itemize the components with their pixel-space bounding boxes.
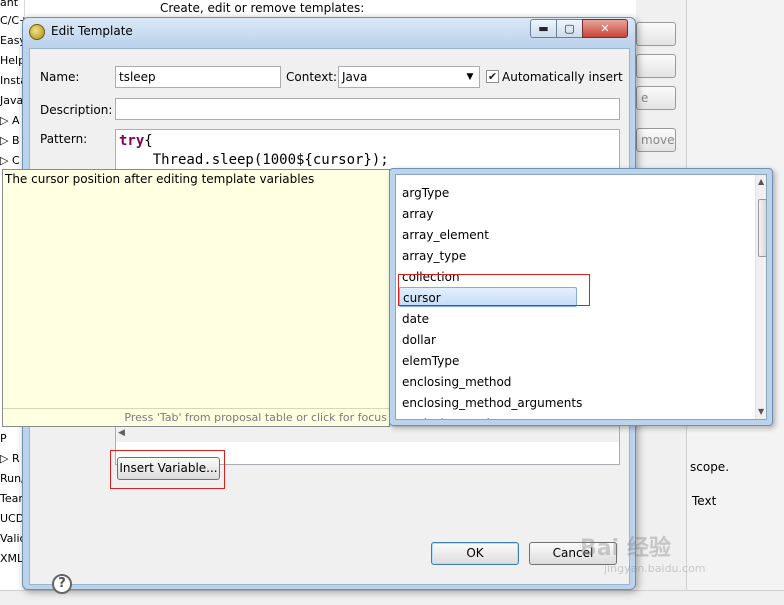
background-button[interactable]	[636, 54, 676, 78]
dialog-title: Edit Template	[51, 24, 133, 38]
name-input[interactable]: tsleep	[115, 66, 281, 88]
auto-insert-checkbox[interactable]: ✔	[486, 70, 499, 83]
annotation-box-cursor	[398, 274, 590, 306]
proposal-item[interactable]: argType	[402, 183, 449, 203]
variable-description: The cursor position after editing templa…	[5, 172, 315, 186]
eclipse-icon	[29, 24, 45, 40]
variable-info-popup: The cursor position after editing templa…	[2, 169, 390, 427]
background-button[interactable]: moved	[636, 128, 676, 152]
maximize-button[interactable]: ▢	[556, 19, 583, 38]
templates-header: Create, edit or remove templates:	[160, 1, 365, 15]
baidu-watermark: Bai 经验	[580, 536, 671, 561]
proposal-item[interactable]: array	[402, 204, 433, 224]
chevron-down-icon: ▼	[466, 72, 474, 82]
scroll-left-icon[interactable]: ◀	[118, 428, 125, 438]
text-column-label: Text	[692, 494, 717, 508]
description-input[interactable]	[115, 98, 620, 120]
description-label: Description:	[40, 103, 113, 117]
background-status-bar	[0, 590, 784, 605]
help-icon[interactable]: ?	[52, 574, 72, 594]
background-button[interactable]: e	[636, 86, 676, 110]
auto-insert-label: Automatically insert	[502, 70, 623, 84]
scope-text: scope.	[690, 460, 730, 474]
proposal-item[interactable]: enclosing_package	[402, 414, 516, 419]
focus-hint: Press 'Tab' from proposal table or click…	[3, 408, 389, 426]
scroll-down-icon[interactable]: ▼	[758, 407, 764, 416]
scroll-up-icon[interactable]: ▲	[758, 177, 764, 186]
close-button[interactable]: ✕	[582, 19, 628, 38]
proposal-item[interactable]: enclosing_method	[402, 372, 511, 392]
baidu-watermark-url: jingyan.baidu.com	[604, 562, 706, 575]
proposal-item[interactable]: dollar	[402, 330, 436, 350]
scrollbar-thumb[interactable]	[758, 199, 766, 257]
context-label: Context:	[286, 70, 338, 84]
tree-item[interactable]: ant	[0, 0, 25, 12]
context-value: Java	[342, 70, 368, 84]
proposal-item[interactable]: enclosing_method_arguments	[402, 393, 582, 413]
dialog-titlebar[interactable]: Edit Template ▬ ▢ ✕	[23, 18, 635, 46]
proposal-item[interactable]: date	[402, 309, 429, 329]
variable-proposal-popup: argType array array_element array_type c…	[389, 168, 773, 426]
annotation-box-insert-variable	[110, 450, 225, 489]
proposal-item[interactable]: array_element	[402, 225, 489, 245]
open-brace: {	[144, 133, 153, 149]
minimize-button[interactable]: ▬	[530, 19, 557, 38]
try-keyword: try	[119, 133, 145, 149]
pattern-hscrollbar[interactable]: ◀	[116, 426, 619, 442]
pattern-line-1: try{	[119, 133, 153, 149]
context-select[interactable]: Java ▼	[338, 66, 480, 88]
proposal-item[interactable]: elemType	[402, 351, 459, 371]
background-button[interactable]	[636, 22, 676, 46]
ok-button[interactable]: OK	[431, 542, 519, 565]
proposal-scrollbar[interactable]: ▲ ▼	[755, 175, 766, 419]
pattern-line-2: Thread.sleep(1000${cursor});	[119, 152, 389, 168]
name-label: Name:	[40, 70, 80, 84]
proposal-item[interactable]: array_type	[402, 246, 466, 266]
pattern-label: Pattern:	[40, 132, 88, 146]
